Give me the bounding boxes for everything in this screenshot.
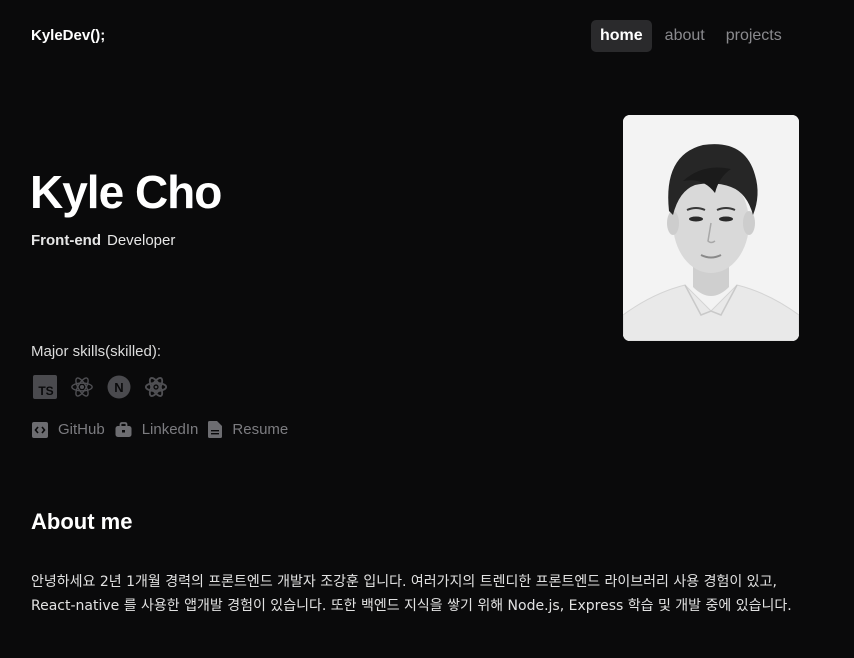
hero-name: Kyle Cho [30, 166, 222, 218]
nextjs-icon: N [107, 375, 131, 399]
nav-home[interactable]: home [591, 20, 652, 52]
github-link-label: GitHub [58, 421, 105, 438]
skills-icon-row: TS N [33, 375, 181, 399]
skills-title: Major skills(skilled): [31, 343, 162, 360]
page: KyleDev(); home about projects Kyle Cho … [0, 0, 854, 658]
resume-link[interactable]: Resume [208, 421, 288, 438]
briefcase-icon [115, 421, 132, 437]
code-icon [32, 421, 48, 438]
hero-role-strong: Front-end [31, 232, 101, 249]
about-body: 안녕하세요 2년 1개월 경력의 프론트엔드 개발자 조강훈 입니다. 여러가지… [31, 574, 792, 614]
hero-role: Front-end Developer [31, 232, 175, 249]
hero-role-rest: Developer [106, 232, 176, 249]
react-icon [70, 375, 94, 399]
main-nav: home about projects [591, 20, 794, 52]
github-link[interactable]: GitHub [32, 421, 105, 438]
profile-photo [623, 115, 799, 341]
brand-logo[interactable]: KyleDev(); [31, 27, 105, 44]
redux-icon [144, 375, 168, 399]
nav-about[interactable]: about [656, 20, 714, 52]
social-links: GitHub LinkedIn Resume [32, 421, 298, 438]
linkedin-link-label: LinkedIn [141, 421, 199, 438]
resume-link-label: Resume [232, 421, 289, 438]
typescript-icon: TS [33, 375, 57, 399]
nav-projects[interactable]: projects [717, 20, 791, 52]
document-icon [208, 421, 223, 438]
linkedin-link[interactable]: LinkedIn [115, 421, 199, 438]
svg-text:N: N [114, 380, 123, 395]
profile-portrait-image [623, 115, 799, 341]
svg-text:TS: TS [38, 384, 53, 398]
about-title: About me [31, 509, 133, 534]
